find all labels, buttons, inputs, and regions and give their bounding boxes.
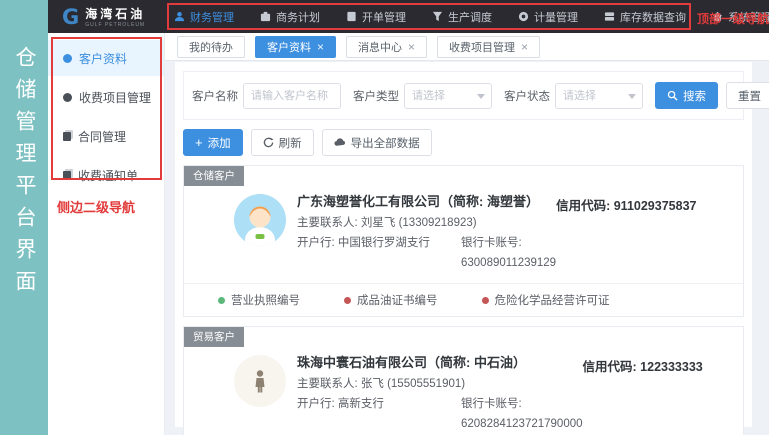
- sidebar-item-contract-management[interactable]: 合同管理: [48, 118, 164, 154]
- close-icon[interactable]: ×: [317, 41, 324, 53]
- customer-card: 贸易客户 珠海中寰石油有限公司（简称: 中石油） 主要联系人: 张飞 (1550…: [183, 326, 744, 435]
- tab-fee-item-management[interactable]: 收费项目管理 ×: [437, 36, 540, 58]
- customer-name: 珠海中寰石油有限公司（简称: 中石油）: [297, 352, 583, 374]
- refresh-button[interactable]: 刷新: [251, 129, 314, 156]
- license-hazchem[interactable]: 危险化学品经营许可证: [482, 292, 610, 308]
- customer-name: 广东海塑誉化工有限公司（简称: 海塑誉）: [297, 191, 556, 213]
- license-business[interactable]: 营业执照编号: [218, 292, 300, 308]
- customer-status-label: 客户状态: [504, 88, 550, 104]
- cloud-download-icon: [334, 137, 346, 148]
- customer-card: 仓储客户 广东海塑誉化工有限公司（简称: 海塑誉） 主要联系人: 刘星飞 (13…: [183, 165, 744, 317]
- briefcase-icon: [260, 11, 271, 22]
- customer-name-input[interactable]: [243, 83, 341, 109]
- main-panel: 客户名称 客户类型 客户状态 搜索 重置: [175, 62, 752, 427]
- home-icon: [712, 11, 723, 22]
- info-circle-icon: [63, 93, 72, 102]
- customer-contact: 主要联系人: 张飞 (15505551901): [297, 374, 583, 394]
- tab-message-center[interactable]: 消息中心 ×: [346, 36, 427, 58]
- user-icon: [174, 11, 185, 22]
- topnav-billing[interactable]: 开单管理: [346, 9, 406, 25]
- copy-icon: [63, 132, 71, 141]
- tab-my-todo[interactable]: 我的待办: [177, 36, 245, 58]
- customer-bank: 开户行: 高新支行: [297, 394, 447, 434]
- customer-bank: 开户行: 中国银行罗湖支行: [297, 233, 447, 273]
- topnav-finance[interactable]: 财务管理: [174, 9, 234, 25]
- logo: G 海湾石油 GULF PETROLEUM: [48, 5, 160, 28]
- license-refined-oil[interactable]: 成品油证书编号: [344, 292, 438, 308]
- customer-status-select[interactable]: [555, 83, 643, 109]
- content-area: 客户名称 客户类型 客户状态 搜索 重置: [165, 61, 769, 435]
- customer-contact: 主要联系人: 刘星飞 (13309218923): [297, 213, 556, 233]
- sidebar-item-fee-notice[interactable]: 收费通知单: [48, 157, 164, 193]
- toolbar: + 添加 刷新 导出全部数据: [183, 129, 744, 156]
- topnav-inventory-query[interactable]: 库存数据查询: [604, 9, 686, 25]
- gulf-logo-icon: G: [62, 6, 79, 28]
- reset-button[interactable]: 重置: [726, 82, 769, 109]
- sidebar-item-fee-item-management[interactable]: 收费项目管理: [48, 79, 164, 115]
- logo-title: 海湾石油: [85, 5, 145, 22]
- customer-bank-account: 银行卡账号: 6208284123721790000: [461, 394, 583, 434]
- green-dot-icon: [218, 297, 225, 304]
- customer-credit-code: 信用代码: 911029375837: [556, 191, 696, 214]
- customer-credit-code: 信用代码: 122333333: [583, 352, 703, 375]
- sidebar: 客户资料 收费项目管理 合同管理 收费通知单: [48, 33, 165, 435]
- search-button[interactable]: 搜索: [655, 82, 718, 109]
- funnel-icon: [432, 11, 443, 22]
- search-form: 客户名称 客户类型 客户状态 搜索 重置: [183, 71, 744, 120]
- customer-type-badge: 仓储客户: [184, 166, 244, 186]
- refresh-icon: [263, 137, 274, 148]
- warehouse-platform-screen: 仓储管理平台界面 G 海湾石油 GULF PETROLEUM 财务管理 商务计划…: [0, 0, 769, 435]
- info-circle-icon: [63, 54, 72, 63]
- add-button[interactable]: + 添加: [183, 129, 243, 156]
- topnav-system[interactable]: 系统管理: [712, 9, 769, 25]
- plus-icon: +: [195, 136, 203, 149]
- top-nav: 财务管理 商务计划 开单管理 生产调度 计量管理 库存数据查询: [174, 9, 769, 25]
- customer-bank-account: 银行卡账号: 630089011239129: [461, 233, 556, 273]
- close-icon[interactable]: ×: [408, 41, 415, 53]
- topbar: G 海湾石油 GULF PETROLEUM 财务管理 商务计划 开单管理 生产调…: [48, 0, 769, 33]
- customer-avatar: [234, 194, 286, 246]
- customer-type-select[interactable]: [404, 83, 492, 109]
- red-dot-icon: [344, 297, 351, 304]
- database-icon: [604, 11, 615, 22]
- customer-type-badge: 贸易客户: [184, 327, 244, 347]
- search-icon: [667, 90, 678, 101]
- customer-type-label: 客户类型: [353, 88, 399, 104]
- document-icon: [346, 11, 357, 22]
- logo-subtitle: GULF PETROLEUM: [85, 22, 145, 28]
- export-button[interactable]: 导出全部数据: [322, 129, 432, 156]
- copy-icon: [63, 171, 71, 180]
- platform-title-strip: 仓储管理平台界面: [0, 0, 48, 435]
- customer-name-label: 客户名称: [192, 88, 238, 104]
- tabbar: 我的待办 客户资料 × 消息中心 × 收费项目管理 ×: [165, 33, 769, 61]
- sidebar-item-customer-profile[interactable]: 客户资料: [48, 40, 164, 76]
- customer-avatar: [234, 355, 286, 407]
- red-dot-icon: [482, 297, 489, 304]
- close-icon[interactable]: ×: [521, 41, 528, 53]
- platform-vertical-title: 仓储管理平台界面: [9, 46, 39, 302]
- tab-customer-profile[interactable]: 客户资料 ×: [255, 36, 336, 58]
- topnav-business-plan[interactable]: 商务计划: [260, 9, 320, 25]
- topnav-production-dispatch[interactable]: 生产调度: [432, 9, 492, 25]
- license-row: 营业执照编号 成品油证书编号 危险化学品经营许可证: [184, 283, 743, 316]
- gear-icon: [518, 11, 529, 22]
- topnav-metering[interactable]: 计量管理: [518, 9, 578, 25]
